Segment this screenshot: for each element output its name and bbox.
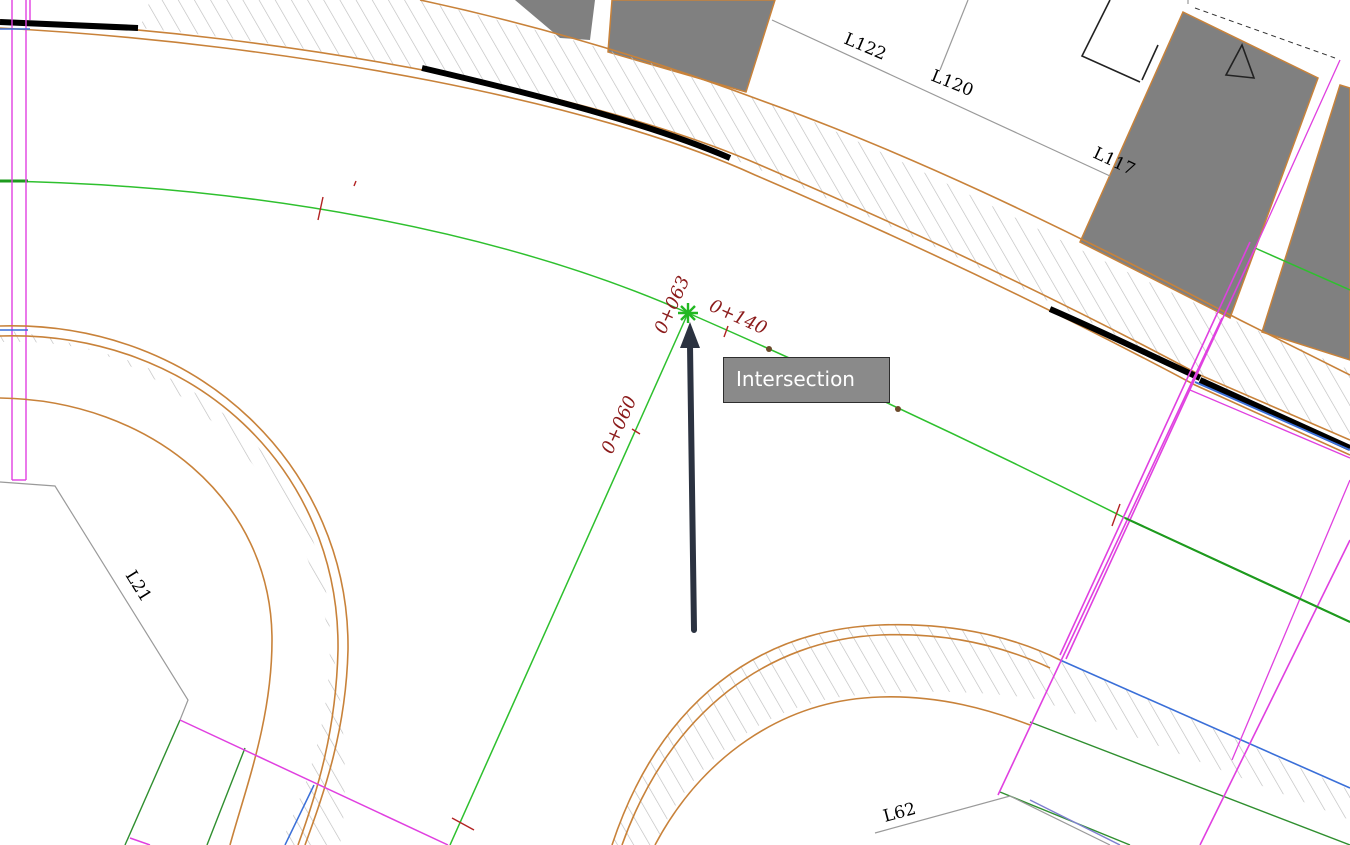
bottom-right-island xyxy=(611,623,1350,845)
arrow-icon xyxy=(680,322,700,633)
station-label-060: 0+060 xyxy=(597,393,641,457)
line-label-l122: L122 xyxy=(841,29,889,65)
snap-tooltip: Intersection xyxy=(723,357,890,403)
intersection-snap-icon[interactable] xyxy=(678,303,698,323)
left-magenta-lines xyxy=(11,0,31,481)
vertex-dot xyxy=(766,346,772,352)
left-island xyxy=(0,325,449,845)
vertex-dot xyxy=(895,406,901,412)
drawing-canvas[interactable]: 0+060 0+063 0+140 L122 L120 L117 L21 L62 xyxy=(0,0,1350,845)
station-label-140: 0+140 xyxy=(706,295,770,339)
